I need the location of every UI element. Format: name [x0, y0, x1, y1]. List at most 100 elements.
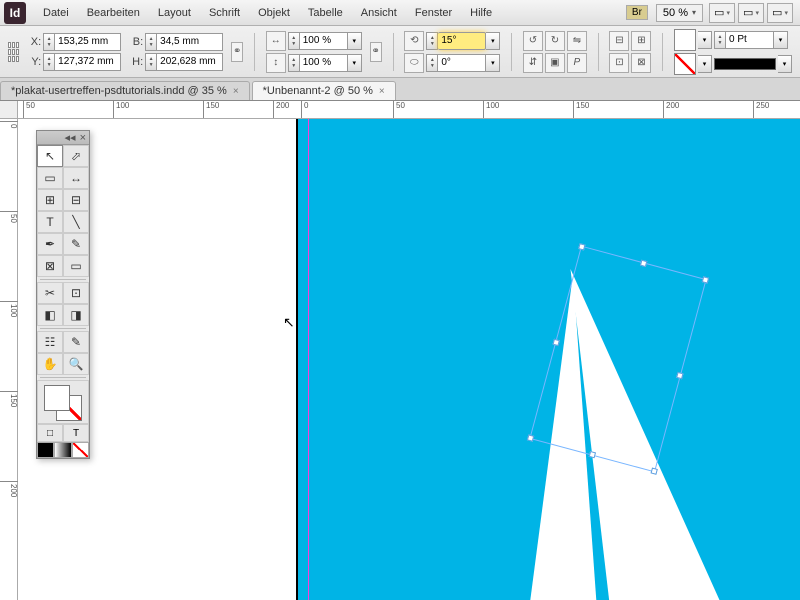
constrain-scale-icon[interactable]: ⚭ — [370, 42, 382, 62]
bridge-button[interactable]: Br — [626, 5, 648, 20]
scissors-tool[interactable]: ✂ — [37, 282, 63, 304]
fill-swatch[interactable] — [674, 29, 696, 51]
tab-2[interactable]: *Unbenannt-2 @ 50 %× — [252, 81, 396, 100]
ruler-vertical[interactable]: 0 50 100 150 200 — [0, 119, 18, 600]
type-tool[interactable]: T — [37, 211, 63, 233]
menu-datei[interactable]: Datei — [34, 3, 78, 23]
stroke-style[interactable] — [714, 58, 776, 70]
stroke-pt-spinner[interactable] — [714, 31, 726, 49]
shear-input[interactable] — [438, 54, 486, 72]
content-collector-tool[interactable]: ⊞ — [37, 189, 63, 211]
gradient-swatch-tool[interactable]: ◧ — [37, 304, 63, 326]
collapse-icon[interactable]: ◂◂ — [65, 131, 76, 144]
x-spinner[interactable] — [43, 33, 55, 51]
w-label: B: — [129, 36, 143, 48]
gap-tool[interactable]: ↔ — [63, 167, 89, 189]
align-icon-1[interactable]: ⊟ — [609, 31, 629, 51]
stroke-dd[interactable]: ▾ — [698, 55, 712, 73]
apply-gradient[interactable] — [54, 442, 71, 458]
guide-vertical[interactable] — [308, 119, 309, 600]
stroke-pt-dd[interactable]: ▾ — [774, 31, 788, 49]
page-tool[interactable]: ▭ — [37, 167, 63, 189]
align-icon-4[interactable]: ⊠ — [631, 53, 651, 73]
pencil-tool[interactable]: ✎ — [63, 233, 89, 255]
note-tool[interactable]: ☷ — [37, 331, 63, 353]
h-spinner[interactable] — [145, 53, 157, 71]
align-icon-3[interactable]: ⊡ — [609, 53, 629, 73]
rot-spinner[interactable] — [426, 32, 438, 50]
scaley-dd[interactable]: ▾ — [348, 54, 362, 72]
align-icon-2[interactable]: ⊞ — [631, 31, 651, 51]
apply-none[interactable] — [72, 442, 89, 458]
tab-1[interactable]: *plakat-usertreffen-psdtutorials.indd @ … — [0, 81, 250, 100]
control-bar: X: Y: B: H: ⚭ ↔▾ ↕▾ ⚭ ⟲▾ ⬭▾ ↺↻⇋ ⇵▣P ⊟⊞ ⊡… — [0, 26, 800, 78]
scalex-input[interactable] — [300, 32, 348, 50]
x-input[interactable] — [55, 33, 121, 51]
tools-panel[interactable]: ◂◂× ↖ ⬀ ▭ ↔ ⊞ ⊟ T ╲ ✒ ✎ ⊠ ▭ ✂ ⊡ ◧ ◨ ☷ ✎ … — [36, 130, 90, 459]
shear-spinner[interactable] — [426, 54, 438, 72]
h-input[interactable] — [157, 53, 223, 71]
strokestyle-dd[interactable]: ▾ — [778, 55, 792, 73]
rotate-ccw-icon[interactable]: ↺ — [523, 31, 543, 51]
shear-dd[interactable]: ▾ — [486, 54, 500, 72]
menu-bearbeiten[interactable]: Bearbeiten — [78, 3, 149, 23]
stroke-swatch[interactable] — [674, 53, 696, 75]
eyedropper-tool[interactable]: ✎ — [63, 331, 89, 353]
w-spinner[interactable] — [145, 33, 157, 51]
flip-v-icon[interactable]: ⇵ — [523, 53, 543, 73]
menu-layout[interactable]: Layout — [149, 3, 200, 23]
menu-hilfe[interactable]: Hilfe — [461, 3, 501, 23]
menu-objekt[interactable]: Objekt — [249, 3, 299, 23]
menu-schrift[interactable]: Schrift — [200, 3, 249, 23]
gradient-feather-tool[interactable]: ◨ — [63, 304, 89, 326]
menu-tabelle[interactable]: Tabelle — [299, 3, 352, 23]
menu-fenster[interactable]: Fenster — [406, 3, 461, 23]
rotation-input[interactable] — [438, 32, 486, 50]
stroke-pt-input[interactable] — [726, 31, 774, 49]
rot-dd[interactable]: ▾ — [486, 32, 500, 50]
close-icon[interactable]: × — [379, 86, 385, 97]
y-spinner[interactable] — [43, 53, 55, 71]
fill-dd[interactable]: ▾ — [698, 31, 712, 49]
close-icon[interactable]: × — [233, 86, 239, 97]
view-mode-2[interactable]: ▭ — [738, 3, 764, 23]
selection-tool[interactable]: ↖ — [37, 145, 63, 167]
apply-color[interactable] — [37, 442, 54, 458]
ruler-origin[interactable] — [0, 101, 18, 119]
pen-tool[interactable]: ✒ — [37, 233, 63, 255]
view-mode-1[interactable]: ▭ — [709, 3, 735, 23]
zoom-tool[interactable]: 🔍 — [63, 353, 89, 375]
apply-container[interactable]: □ — [37, 424, 63, 442]
view-mode-3[interactable]: ▭ — [767, 3, 793, 23]
rectangle-frame-tool[interactable]: ⊠ — [37, 255, 63, 277]
scale-y-icon: ↕ — [266, 53, 286, 73]
canvas[interactable]: ↖ — [18, 119, 800, 600]
scalex-dd[interactable]: ▾ — [348, 32, 362, 50]
rotate-cw-icon[interactable]: ↻ — [545, 31, 565, 51]
close-icon[interactable]: × — [80, 132, 86, 144]
rectangle-tool[interactable]: ▭ — [63, 255, 89, 277]
hand-tool[interactable]: ✋ — [37, 353, 63, 375]
ruler-horizontal[interactable]: 50 100 150 200 0 50 100 150 200 250 — [18, 101, 800, 119]
menu-ansicht[interactable]: Ansicht — [352, 3, 406, 23]
app-icon: Id — [4, 2, 26, 24]
free-transform-tool[interactable]: ⊡ — [63, 282, 89, 304]
panel-header[interactable]: ◂◂ × — [37, 131, 89, 145]
reference-point[interactable] — [8, 42, 19, 62]
zoom-dropdown[interactable]: 50 % — [656, 4, 703, 22]
p-icon[interactable]: P — [567, 53, 587, 73]
content-placer-tool[interactable]: ⊟ — [63, 189, 89, 211]
scaley-input[interactable] — [300, 54, 348, 72]
scalex-spinner[interactable] — [288, 32, 300, 50]
flip-h-icon[interactable]: ⇋ — [567, 31, 587, 51]
w-input[interactable] — [157, 33, 223, 51]
apply-text[interactable]: T — [63, 424, 89, 442]
constrain-wh-icon[interactable]: ⚭ — [231, 42, 243, 62]
scaley-spinner[interactable] — [288, 54, 300, 72]
direct-selection-tool[interactable]: ⬀ — [63, 145, 89, 167]
line-tool[interactable]: ╲ — [63, 211, 89, 233]
select-container-icon[interactable]: ▣ — [545, 53, 565, 73]
y-input[interactable] — [55, 53, 121, 71]
fill-stroke-swatches[interactable] — [37, 380, 89, 424]
scale-x-icon: ↔ — [266, 31, 286, 51]
